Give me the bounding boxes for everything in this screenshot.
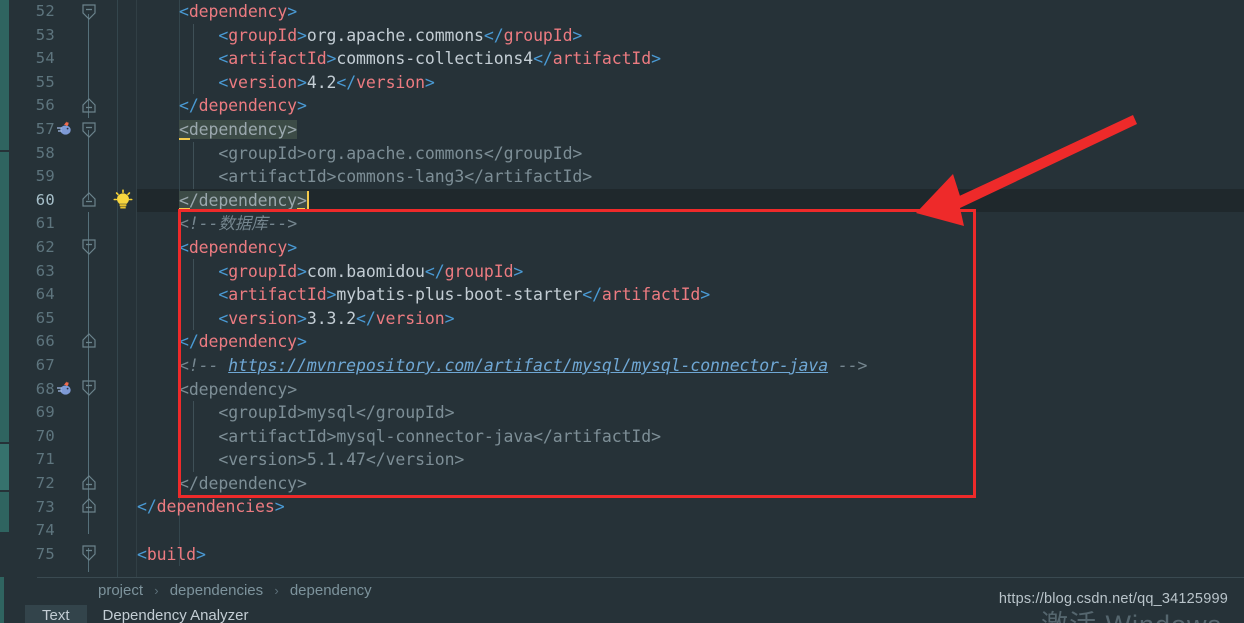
line-number-row: 52: [9, 0, 137, 24]
breadcrumb-separator: ›: [274, 583, 279, 598]
line-number: 73: [35, 497, 55, 516]
breadcrumb-item-project[interactable]: project: [98, 582, 143, 599]
code-line[interactable]: <build>: [137, 543, 1244, 567]
line-number: 64: [35, 285, 55, 304]
line-number: 63: [35, 261, 55, 280]
line-number-row: 63: [9, 260, 137, 284]
line-number: 62: [35, 238, 55, 256]
line-number-row: 67: [9, 354, 137, 378]
fold-end-marker[interactable]: [79, 96, 99, 116]
line-number: 56: [35, 96, 55, 115]
line-number-row: 64: [9, 283, 137, 307]
line-number-row: 71: [9, 448, 137, 472]
code-line[interactable]: <dependency>: [137, 0, 1244, 24]
line-number-row: 55: [9, 71, 137, 95]
line-number-row: 70: [9, 425, 137, 449]
line-number-row: 74: [9, 519, 137, 543]
edge-accent: [0, 577, 4, 623]
ide-editor-window: 52 53 54 55 56 57 58 59 60 61 62 63 64 65 66 67 68 69 70 71…: [0, 0, 1244, 623]
editor-gutter[interactable]: 52 53 54 55 56 57 58 59 60 61 62 63 64 65 66 67 68 69 70 71…: [9, 0, 137, 577]
code-line[interactable]: <version>4.2</version>: [137, 71, 1244, 95]
breadcrumb-item-dependency[interactable]: dependency: [290, 582, 372, 599]
line-number: 67: [35, 356, 55, 374]
stripe-segment: [0, 0, 9, 150]
fold-end-marker[interactable]: [79, 473, 99, 493]
line-number-row: 73: [9, 496, 137, 520]
bottom-left-edge: [0, 577, 9, 623]
line-number: 57: [35, 120, 55, 138]
fold-end-marker[interactable]: [79, 331, 99, 351]
line-number: 60: [35, 190, 55, 209]
windows-activation-watermark: 激活 Windows: [1041, 603, 1222, 623]
lightbulb-icon[interactable]: [110, 187, 136, 217]
pointer-arrow: [900, 100, 1200, 240]
code-line[interactable]: <groupId>org.apache.commons</groupId>: [137, 24, 1244, 48]
line-number: 68: [35, 379, 55, 398]
tab-text[interactable]: Text: [25, 605, 87, 623]
fold-start-marker[interactable]: [79, 120, 99, 140]
line-number: 71: [35, 450, 55, 469]
line-number-row: 66: [9, 330, 137, 354]
tab-dependency-analyzer[interactable]: Dependency Analyzer: [87, 605, 266, 623]
breadcrumb-item-dependencies[interactable]: dependencies: [170, 582, 263, 599]
line-number: 58: [35, 143, 55, 162]
line-number: 70: [35, 426, 55, 445]
line-number: 59: [35, 167, 55, 186]
brace-match-underline: [179, 138, 190, 140]
stripe-segment: [0, 152, 9, 442]
breadcrumb[interactable]: project › dependencies › dependency: [98, 578, 372, 604]
breadcrumb-separator: ›: [154, 583, 159, 598]
line-number-row: 62: [9, 236, 137, 260]
line-number-row: 58: [9, 142, 137, 166]
line-number: 65: [35, 308, 55, 327]
line-number-row: 59: [9, 165, 137, 189]
line-number: 54: [35, 49, 55, 68]
left-annotation-stripe[interactable]: [0, 0, 9, 577]
line-number: 53: [35, 25, 55, 44]
line-number: 72: [35, 474, 55, 492]
editor-tab-strip[interactable]: Text Dependency Analyzer: [25, 605, 265, 623]
line-number-row: 65: [9, 307, 137, 331]
code-line[interactable]: </dependencies>: [137, 495, 1244, 519]
line-number-row: 75: [9, 543, 137, 567]
maven-bird-icon[interactable]: [55, 378, 75, 402]
fold-start-marker[interactable]: [79, 378, 99, 398]
stripe-segment: [0, 492, 9, 532]
line-number-row: 53: [9, 24, 137, 48]
line-number-row: 69: [9, 401, 137, 425]
line-number: 55: [35, 72, 55, 91]
line-number-row: 56: [9, 94, 137, 118]
line-number: 61: [35, 214, 55, 233]
fold-start-marker[interactable]: [79, 543, 99, 563]
fold-end-marker[interactable]: [79, 190, 99, 210]
line-number: 52: [35, 2, 55, 20]
code-folding-column[interactable]: [78, 0, 100, 577]
line-number-row: 72: [9, 472, 137, 496]
stripe-segment: [0, 444, 9, 490]
fold-start-marker[interactable]: [79, 237, 99, 257]
line-number: 74: [35, 521, 55, 540]
highlight-rectangle: [178, 209, 976, 498]
line-number-row: 54: [9, 47, 137, 71]
line-number: 75: [35, 544, 55, 563]
fold-start-marker[interactable]: [79, 2, 99, 22]
code-line[interactable]: <artifactId>commons-collections4</artifa…: [137, 47, 1244, 71]
maven-bird-icon[interactable]: [55, 118, 75, 142]
code-line[interactable]: [137, 519, 1244, 543]
fold-end-marker[interactable]: [79, 496, 99, 516]
line-number: 66: [35, 332, 55, 351]
line-number: 69: [35, 403, 55, 422]
